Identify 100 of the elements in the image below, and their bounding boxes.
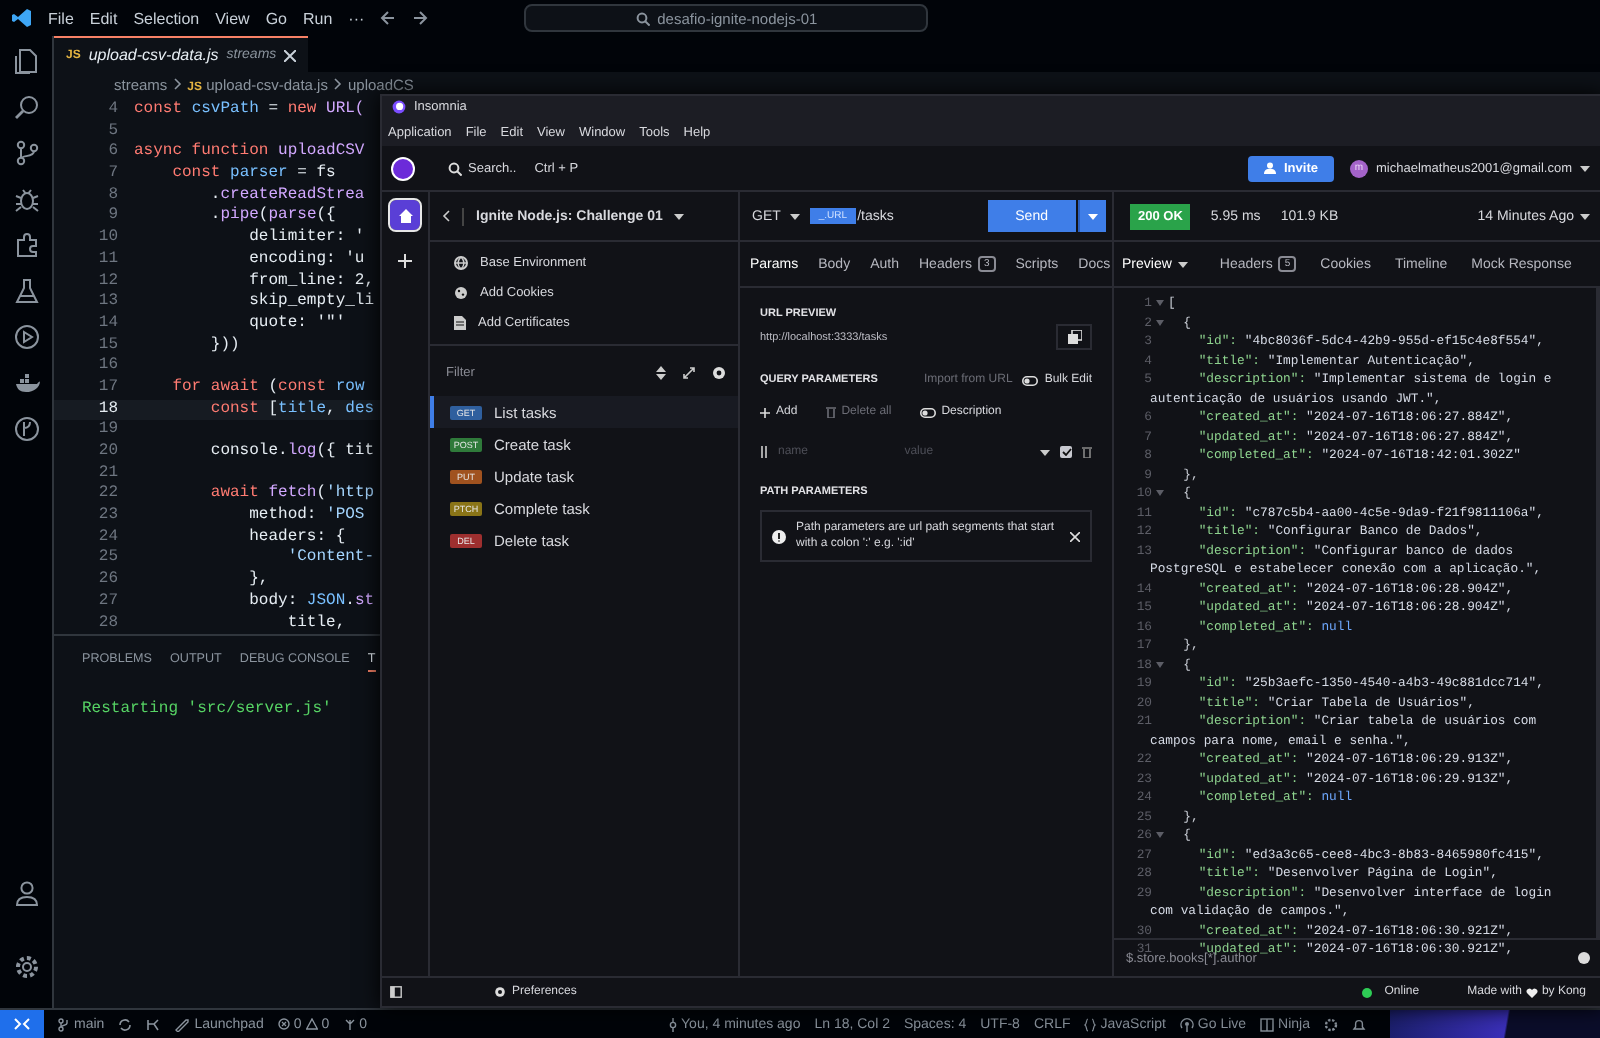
code-line: skip_empty_li [247, 292, 375, 314]
code-line: 'Content- [285, 548, 375, 571]
menu-item[interactable]: Selection [133, 9, 200, 27]
flask-icon[interactable] [13, 278, 39, 304]
remote-icon [14, 1018, 30, 1030]
code-line: async function uploadCSV [134, 142, 365, 164]
settings-icon[interactable] [712, 366, 726, 380]
source-control-icon[interactable] [13, 140, 39, 166]
forward-arrow-icon[interactable] [412, 10, 429, 26]
close-icon[interactable] [1070, 531, 1080, 542]
caret-down-icon [1580, 213, 1590, 219]
enable-checkbox[interactable] [1060, 446, 1072, 458]
menu-item[interactable]: File [48, 9, 74, 27]
bug-icon[interactable] [13, 186, 39, 212]
caret-down-icon[interactable] [1040, 449, 1051, 455]
line-number: 26 [96, 570, 120, 592]
plus-icon [398, 254, 412, 268]
code-line: console.log({ tit [208, 442, 375, 464]
home-button[interactable] [390, 200, 420, 230]
line-number: 14 [96, 313, 120, 336]
line-number: 7 [106, 164, 120, 186]
line-number: 17 [96, 377, 120, 400]
settings-icon [494, 986, 506, 998]
close-icon[interactable] [284, 49, 297, 61]
trash-icon[interactable] [1082, 446, 1092, 458]
drag-handle-icon[interactable] [760, 446, 768, 458]
menu-item[interactable]: Go [265, 9, 287, 27]
line-number: 27 [96, 591, 120, 613]
insomnia-logo-icon [392, 100, 406, 114]
toggle-icon [919, 407, 936, 417]
code-line: const [title, des [208, 399, 375, 421]
fold-caret-icon[interactable] [1156, 832, 1164, 839]
line-number: 28 [96, 613, 120, 635]
globe-icon [454, 256, 468, 270]
caret-down-icon[interactable] [674, 213, 685, 219]
files-icon[interactable] [13, 48, 39, 74]
terminal-output: Restarting 'src/server.js' [82, 700, 332, 719]
line-number: 12 [96, 271, 120, 293]
fold-caret-icon[interactable] [1156, 319, 1164, 326]
whale-icon[interactable] [13, 370, 39, 396]
code-line: body: JSON.st [247, 591, 375, 613]
sort-icon[interactable] [656, 366, 666, 380]
line-number: 9 [106, 206, 120, 229]
line-number: 24 [96, 527, 120, 549]
graph-icon[interactable] [146, 1017, 161, 1031]
code-line: from_line: 2, [247, 271, 375, 292]
chevron-left-icon[interactable] [442, 210, 450, 222]
document-icon [454, 316, 466, 330]
sync-icon[interactable] [118, 1017, 133, 1031]
fold-caret-icon[interactable] [1156, 661, 1164, 668]
home-icon [397, 207, 413, 223]
sidebar-toggle-icon[interactable] [390, 986, 402, 998]
line-number: 11 [96, 249, 120, 271]
line-number: 18 [96, 399, 120, 421]
code-line: }, [247, 570, 269, 592]
commit-icon [667, 1017, 678, 1031]
toggle-icon [1022, 375, 1039, 385]
account-icon[interactable] [13, 880, 39, 906]
code-line: headers: { [247, 527, 346, 548]
check-icon [1061, 448, 1072, 456]
menu-item[interactable]: Run [302, 9, 333, 27]
code-line: quote: '"' [247, 313, 346, 336]
bell-icon[interactable] [1352, 1017, 1366, 1031]
branch-icon [58, 1017, 70, 1031]
search-icon [448, 161, 462, 175]
extensions-icon[interactable] [13, 232, 39, 258]
search-icon[interactable] [13, 94, 39, 120]
warning-icon [305, 1018, 318, 1030]
menu-item[interactable]: View [215, 9, 250, 27]
code-line: method: 'POS [247, 506, 365, 528]
send-options-button[interactable] [1078, 200, 1106, 232]
code-line: delimiter: ' [247, 228, 365, 250]
settings-icon[interactable] [1324, 1017, 1338, 1031]
online-indicator [1362, 987, 1373, 997]
fold-caret-icon[interactable] [1156, 490, 1164, 497]
line-number: 21 [96, 463, 120, 485]
expand-icon[interactable] [682, 366, 696, 380]
chevron-right-icon [173, 78, 182, 90]
caret-down-icon [1088, 213, 1098, 219]
line-number: 6 [106, 142, 120, 165]
line-number: 19 [96, 420, 120, 442]
run-debug-icon[interactable] [13, 324, 39, 350]
git-graph-icon[interactable] [13, 416, 39, 442]
caret-down-icon [1580, 165, 1590, 171]
cookie-icon [454, 286, 468, 300]
caret-down-icon[interactable] [790, 213, 801, 219]
remote-button[interactable] [0, 1010, 44, 1038]
heart-icon [1525, 987, 1538, 997]
antenna-icon [343, 1018, 356, 1030]
fold-caret-icon[interactable] [1156, 300, 1164, 307]
menu-item[interactable]: ··· [348, 9, 365, 27]
settings-icon[interactable] [13, 954, 39, 980]
chevron-right-icon [333, 78, 342, 90]
copy-button[interactable] [1056, 324, 1092, 350]
back-arrow-icon[interactable] [380, 10, 397, 26]
line-number: 22 [96, 484, 120, 507]
search-icon [635, 11, 650, 25]
menu-item[interactable]: Edit [89, 9, 118, 27]
code-line: const csvPath = new URL( [134, 100, 365, 122]
insomnia-logo-icon [390, 155, 416, 181]
